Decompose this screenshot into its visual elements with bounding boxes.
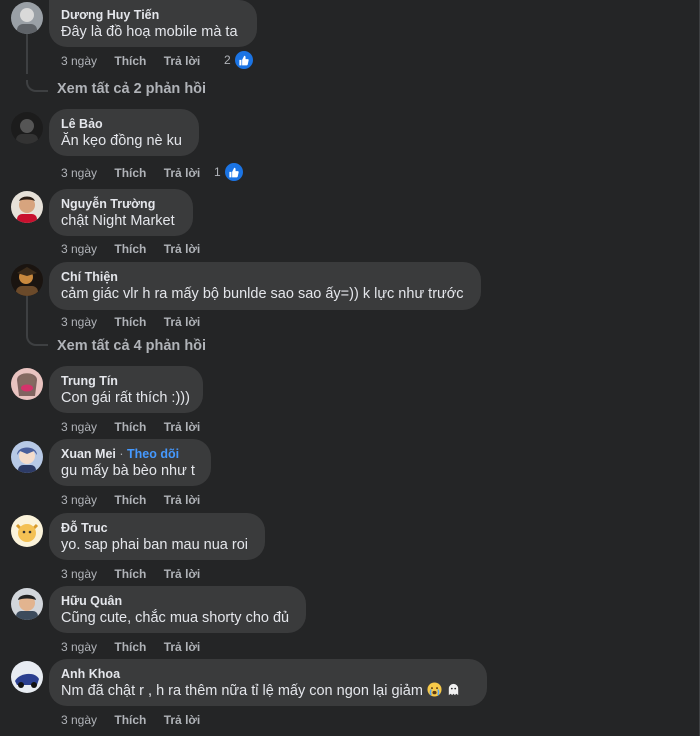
comments-panel: Dương Huy Tiến Đây là đồ hoạ mobile mà t…: [0, 0, 700, 736]
comment-time[interactable]: 3 ngày: [61, 566, 97, 582]
reaction-count[interactable]: 1: [214, 161, 245, 183]
comment-text: yo. sap phai ban mau nua roi: [61, 537, 249, 553]
thumbs-up-icon: [232, 49, 255, 71]
avatar[interactable]: [11, 441, 43, 473]
comment-text: gu mấy bà bèo như t: [61, 463, 195, 479]
avatar[interactable]: [11, 368, 43, 400]
comment-time[interactable]: 3 ngày: [61, 314, 97, 330]
commenter-name[interactable]: Đỗ Truc: [61, 520, 253, 536]
comment-bubble: Lê Bảo Ăn kẹo đồng nè ku: [49, 109, 199, 156]
avatar[interactable]: [11, 191, 43, 223]
comment-time[interactable]: 3 ngày: [61, 419, 97, 435]
reply-button[interactable]: Trả lời: [164, 712, 201, 728]
thread-line: [26, 34, 28, 74]
avatar[interactable]: [11, 264, 43, 296]
view-replies-link[interactable]: Xem tất cả 2 phản hồi: [57, 81, 206, 97]
avatar[interactable]: [11, 515, 43, 547]
comment-actions: 3 ngày Thích Trả lời: [61, 639, 214, 655]
commenter-name[interactable]: Lê Bảo: [61, 116, 187, 132]
thread-line: [26, 296, 28, 336]
reply-button[interactable]: Trả lời: [164, 492, 201, 508]
comment-actions: 3 ngày Thích Trả lời: [61, 492, 214, 508]
comment-text: chật Night Market: [61, 213, 175, 229]
thumbs-up-icon: [222, 161, 245, 183]
commenter-name: Xuan Mei · Theo dõi: [61, 447, 180, 461]
ghost-icon: [448, 683, 459, 696]
comment-text: cảm giác vlr h ra mấy bộ bunlde sao sao …: [61, 286, 464, 302]
comment-actions: 3 ngày Thích Trả lời: [61, 712, 214, 728]
thread-connector: [26, 334, 48, 346]
comment-bubble: Đỗ Truc yo. sap phai ban mau nua roi: [49, 513, 265, 560]
commenter-name[interactable]: Nguyễn Trường: [61, 196, 181, 212]
comment-actions: 3 ngày Thích Trả lời: [61, 419, 214, 435]
commenter-name[interactable]: Dương Huy Tiến: [61, 7, 245, 23]
comment-actions: 3 ngày Thích Trả lời: [61, 241, 214, 257]
comment-bubble: Hữu Quân Cũng cute, chắc mua shorty cho …: [49, 586, 306, 633]
commenter-name[interactable]: Anh Khoa: [61, 666, 475, 682]
comment-text: Cũng cute, chắc mua shorty cho đủ: [61, 610, 290, 626]
comment-actions: 3 ngày Thích Trả lời: [61, 53, 214, 69]
comment-text: Đây là đồ hoạ mobile mà ta: [61, 24, 238, 40]
crying-face-icon: [427, 682, 442, 697]
like-button[interactable]: Thích: [114, 53, 146, 69]
comment-text: Ăn kẹo đồng nè ku: [61, 133, 182, 149]
like-button[interactable]: Thích: [114, 639, 146, 655]
avatar[interactable]: [11, 2, 43, 34]
comment-bubble: Chí Thiện cảm giác vlr h ra mấy bộ bunld…: [49, 262, 481, 310]
thread-connector: [26, 80, 48, 92]
comment-time[interactable]: 3 ngày: [61, 492, 97, 508]
like-button[interactable]: Thích: [114, 419, 146, 435]
comment-bubble: Xuan Mei · Theo dõi gu mấy bà bèo như t: [49, 439, 211, 486]
comment-time[interactable]: 3 ngày: [61, 712, 97, 728]
comment-time[interactable]: 3 ngày: [61, 165, 97, 181]
comment-bubble: Trung Tín Con gái rất thích :))): [49, 366, 203, 413]
commenter-name[interactable]: Chí Thiện: [61, 269, 469, 285]
like-button[interactable]: Thích: [114, 566, 146, 582]
like-button[interactable]: Thích: [114, 712, 146, 728]
reply-button[interactable]: Trả lời: [164, 53, 201, 69]
comment-actions: 3 ngày Thích Trả lời: [61, 314, 214, 330]
reply-button[interactable]: Trả lời: [164, 241, 201, 257]
comment-time[interactable]: 3 ngày: [61, 639, 97, 655]
commenter-name[interactable]: Hữu Quân: [61, 593, 294, 609]
reply-button[interactable]: Trả lời: [164, 165, 201, 181]
comment-time[interactable]: 3 ngày: [61, 241, 97, 257]
reply-button[interactable]: Trả lời: [164, 566, 201, 582]
comment-time[interactable]: 3 ngày: [61, 53, 97, 69]
comment-text: Con gái rất thích :))): [61, 390, 190, 406]
avatar[interactable]: [11, 661, 43, 693]
reply-button[interactable]: Trả lời: [164, 419, 201, 435]
avatar[interactable]: [11, 588, 43, 620]
follow-button[interactable]: Theo dõi: [127, 447, 179, 461]
like-button[interactable]: Thích: [114, 241, 146, 257]
comment-bubble: Anh Khoa Nm đã chật r , h ra thêm nữa tỉ…: [49, 659, 487, 706]
reply-button[interactable]: Trả lời: [164, 314, 201, 330]
view-replies-link[interactable]: Xem tất cả 4 phản hồi: [57, 338, 206, 354]
like-button[interactable]: Thích: [114, 492, 146, 508]
reply-button[interactable]: Trả lời: [164, 639, 201, 655]
comment-bubble: Nguyễn Trường chật Night Market: [49, 189, 193, 236]
like-button[interactable]: Thích: [114, 165, 146, 181]
reaction-count[interactable]: 2: [224, 49, 255, 71]
avatar[interactable]: [11, 112, 43, 144]
comment-text: Nm đã chật r , h ra thêm nữa tỉ lệ mấy c…: [61, 682, 475, 701]
commenter-name[interactable]: Trung Tín: [61, 373, 191, 389]
commenter-name-link[interactable]: Xuan Mei: [61, 447, 116, 461]
comment-bubble: Dương Huy Tiến Đây là đồ hoạ mobile mà t…: [49, 0, 257, 47]
comment-actions: 3 ngày Thích Trả lời: [61, 566, 214, 582]
comment-actions: 3 ngày Thích Trả lời: [61, 165, 214, 181]
like-button[interactable]: Thích: [114, 314, 146, 330]
